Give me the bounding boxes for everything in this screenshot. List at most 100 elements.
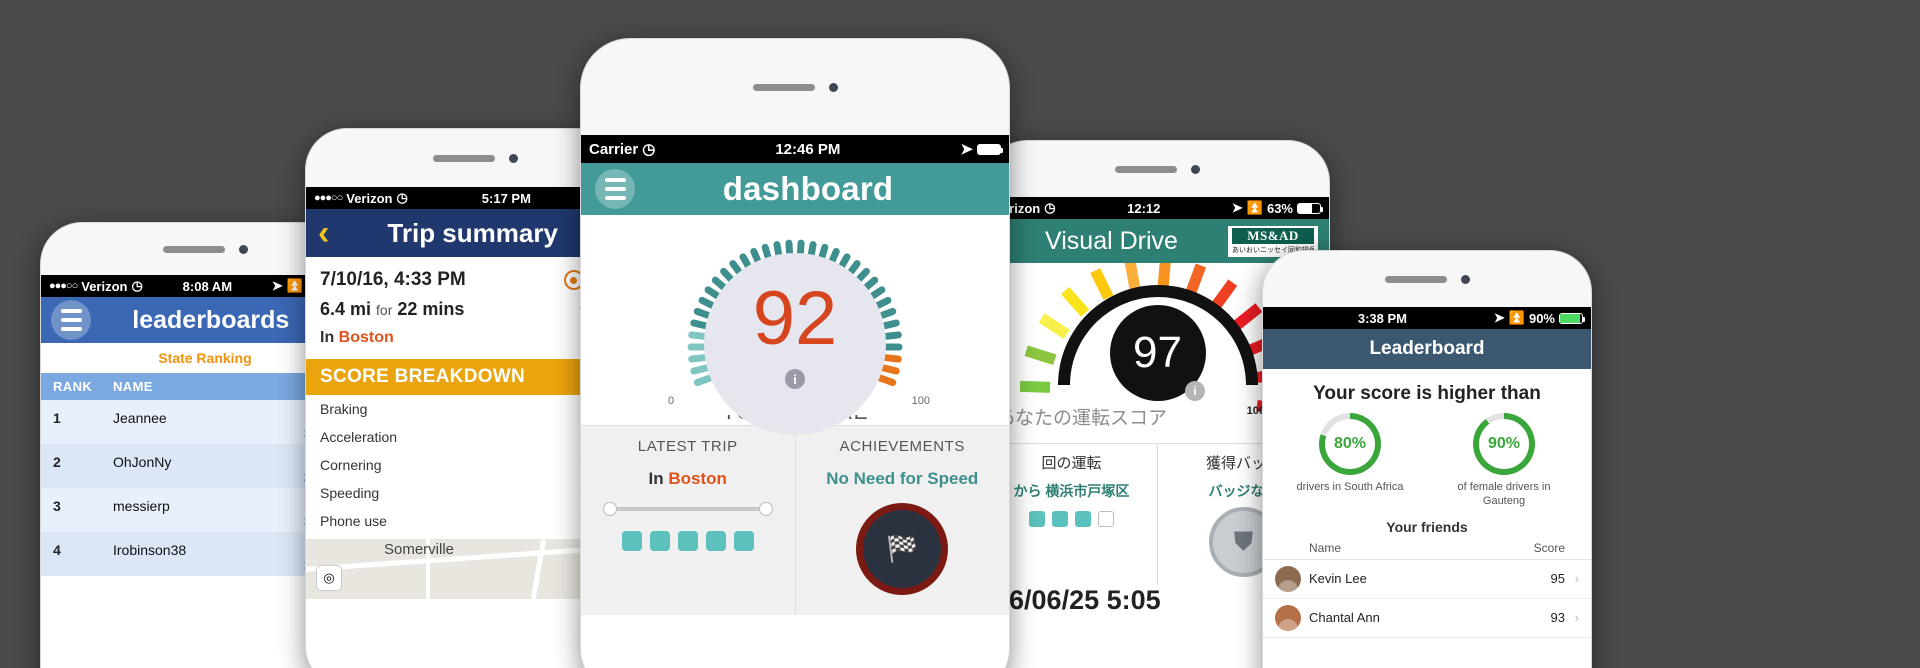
location-prefix: In — [320, 329, 335, 346]
breakdown-label: Speeding — [320, 485, 380, 501]
front-camera-icon — [508, 153, 518, 163]
status-time: 8:08 AM — [182, 278, 233, 294]
avatar — [1275, 565, 1301, 592]
breakdown-label: Cornering — [320, 457, 382, 473]
map-city-label: Somerville — [384, 541, 455, 558]
phone-dashboard: Carrier ◷ 12:46 PM ➤ dashboard 92 i 0 10… — [580, 38, 1010, 668]
latest-trip-panel[interactable]: LATEST TRIP In Boston — [581, 426, 795, 615]
info-icon[interactable]: i — [785, 369, 805, 389]
column-header-name: NAME — [113, 379, 153, 394]
wifi-icon: ◷ — [131, 278, 143, 293]
carrier-label: Verizon — [81, 278, 128, 294]
front-camera-icon — [1460, 274, 1470, 284]
page-title: leaderboards — [132, 305, 290, 334]
row-rank: 4 — [53, 542, 61, 558]
row-name: Irobinson38 — [113, 542, 187, 558]
trip-location: Boston — [338, 329, 394, 346]
carrier-label: Verizon — [346, 190, 393, 206]
percentile-ring-1: 80% drivers in South Africa — [1285, 413, 1415, 509]
trip-progress-slider[interactable] — [603, 502, 773, 516]
friend-name: Chantal Ann — [1309, 610, 1380, 625]
trips-panel[interactable]: 回の運転 から 横浜市戸塚区 — [986, 444, 1157, 585]
trip-distance: 6.4 mi — [320, 299, 372, 319]
headline: Your score is higher than — [1313, 383, 1541, 404]
chevron-right-icon[interactable]: › — [1565, 610, 1579, 625]
friend-score: 93 — [1550, 610, 1565, 625]
logo-mark: MS&AD — [1232, 227, 1314, 244]
speaker-grille-icon — [1384, 275, 1447, 283]
friends-section-title: Your friends — [1386, 518, 1468, 535]
slider-handle-end[interactable] — [758, 502, 773, 516]
phone-bezel-top — [986, 141, 1329, 197]
front-camera-icon — [828, 82, 838, 92]
trip-duration: 22 mins — [397, 299, 465, 319]
location-arrow-icon: ➤ — [1231, 200, 1243, 215]
breakdown-label: Acceleration — [320, 429, 398, 445]
status-time: 12:12 — [1127, 200, 1161, 216]
map-pin-icon[interactable]: ◎ — [316, 565, 342, 591]
achievement-name: No Need for Speed — [826, 469, 979, 488]
friend-name: Kevin Lee — [1309, 571, 1367, 586]
column-header-name: Name — [1309, 540, 1342, 555]
carrier-label: Carrier — [589, 140, 639, 158]
phone-leaderboard-percent: 3:38 PM ➤ ⏫ 90% Leaderboard Your score i… — [1262, 250, 1592, 668]
bluetooth-icon: ⏫ — [1246, 200, 1263, 215]
score-dot-empty — [1098, 511, 1114, 527]
friend-score: 95 — [1550, 571, 1565, 586]
ring-value-1: 80% — [1325, 419, 1375, 469]
speaker-grille-icon — [1115, 165, 1177, 173]
slider-handle-start[interactable] — [603, 502, 617, 516]
list-item[interactable]: Kevin Lee 95 › — [1263, 560, 1591, 599]
phone-screen: Carrier ◷ 12:46 PM ➤ dashboard 92 i 0 10… — [581, 135, 1009, 668]
signal-dots-icon: ●●●○○ — [49, 280, 78, 292]
dashboard-panels: LATEST TRIP In Boston ACHIEVEMENTS No Ne… — [581, 425, 1009, 615]
ring-chart-2: 90% — [1473, 413, 1535, 475]
speaker-grille-icon — [162, 245, 225, 253]
panel-title: LATEST TRIP — [637, 438, 738, 455]
trip-score-dots — [992, 511, 1151, 527]
status-time: 12:46 PM — [775, 140, 841, 158]
battery-icon — [977, 143, 1003, 155]
battery-icon — [1559, 312, 1585, 324]
phone-bezel-top — [581, 39, 1009, 135]
row-name: messierp — [113, 498, 170, 514]
score-dot — [1029, 511, 1045, 527]
wifi-icon: ◷ — [1044, 200, 1056, 215]
breakdown-label: Phone use — [320, 513, 387, 529]
panel-title: ACHIEVEMENTS — [839, 438, 966, 455]
avatar — [1275, 604, 1301, 631]
speaker-grille-icon — [432, 154, 495, 162]
location-arrow-icon: ➤ — [960, 141, 973, 158]
row-name: OhJonNy — [113, 454, 172, 470]
score-dot — [649, 531, 670, 551]
score-dot — [677, 531, 698, 551]
info-icon[interactable]: i — [1184, 381, 1205, 401]
row-rank: 3 — [53, 498, 61, 514]
checkered-flag-icon: 🏁 — [856, 503, 949, 595]
achievements-panel[interactable]: ACHIEVEMENTS No Need for Speed 🏁 — [794, 426, 1010, 615]
panel-value: から 横浜市戸塚区 — [1013, 483, 1130, 499]
score-dot — [705, 531, 726, 551]
chevron-right-icon[interactable]: › — [1565, 571, 1579, 586]
score-gauge-section: 92 i 0 100 — [581, 215, 1009, 435]
score-value: 92 — [752, 276, 838, 361]
column-header-score: Score — [1533, 540, 1565, 555]
battery-percent: 63% — [1266, 200, 1293, 216]
score-dot — [1052, 511, 1068, 527]
front-camera-icon — [238, 244, 248, 254]
ring-chart-1: 80% — [1319, 413, 1381, 475]
battery-percent: 90% — [1528, 310, 1555, 326]
list-item[interactable]: Chantal Ann 93 › — [1263, 599, 1591, 638]
page-title: Leaderboard — [1369, 338, 1485, 359]
score-caption: あなたの運転スコア — [996, 408, 1168, 429]
wifi-icon: ◷ — [396, 190, 408, 205]
phone-screen: 3:38 PM ➤ ⏫ 90% Leaderboard Your score i… — [1263, 307, 1591, 668]
signal-dots-icon: ●●●○○ — [314, 192, 343, 204]
location-prefix: In — [648, 469, 664, 488]
page-title: dashboard — [722, 170, 894, 207]
trip-time: 5:05 — [1106, 585, 1161, 615]
battery-icon — [1297, 202, 1323, 214]
ring-caption-2: of female drivers in Gauteng — [1457, 481, 1551, 507]
score-dot — [733, 531, 754, 551]
score-dot — [1075, 511, 1091, 527]
